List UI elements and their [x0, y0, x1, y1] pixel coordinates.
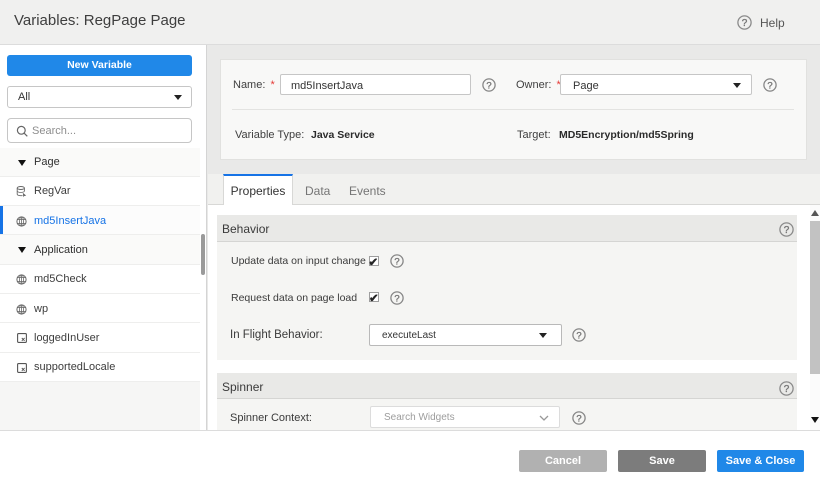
svg-text:?: ? — [486, 80, 491, 91]
svg-text:?: ? — [576, 330, 581, 341]
svg-text:?: ? — [394, 293, 399, 304]
svg-text:?: ? — [394, 256, 399, 267]
svg-text:?: ? — [784, 384, 790, 395]
svg-text:?: ? — [742, 18, 748, 29]
svg-text:?: ? — [784, 225, 790, 236]
svg-text:?: ? — [767, 80, 772, 91]
svg-text:?: ? — [576, 413, 581, 424]
